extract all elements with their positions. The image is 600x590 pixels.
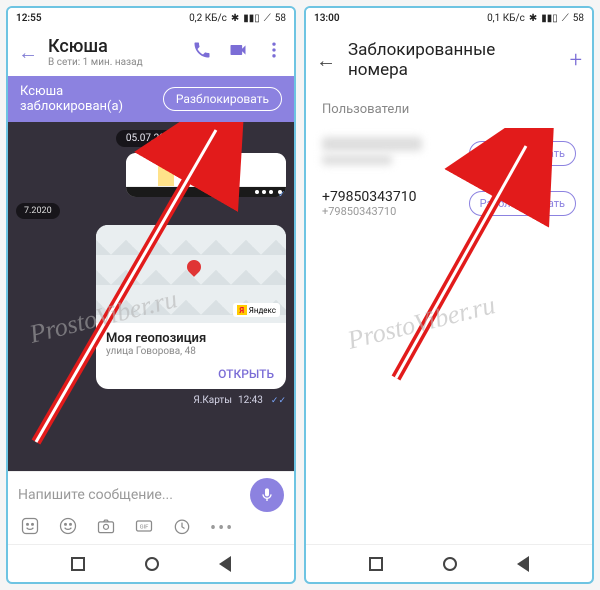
voice-message-button[interactable] xyxy=(250,478,284,512)
settings-header: ← Заблокированные номера + xyxy=(306,28,592,92)
bluetooth-icon: ✱ xyxy=(529,13,537,24)
overview-button[interactable] xyxy=(369,557,383,571)
status-time: 12:55 xyxy=(16,13,42,24)
battery-icon: 58 xyxy=(573,13,584,24)
back-button[interactable] xyxy=(517,556,529,572)
phone-right-blocked-list: 13:00 0,1 КБ/с ✱ ▮▮▯ ⟋ 58 ← Заблокирован… xyxy=(304,6,594,584)
home-button[interactable] xyxy=(145,557,159,571)
status-bar: 12:55 0,2 КБ/с ✱ ▮▮▯ ⟋ 58 xyxy=(8,8,294,28)
back-icon[interactable]: ← xyxy=(18,40,38,65)
more-attachments-icon[interactable]: ••• xyxy=(210,518,234,539)
status-right: 0,1 КБ/с ✱ ▮▮▯ ⟋ 58 xyxy=(487,13,584,24)
date-separator: 05.07.2020 xyxy=(116,130,186,147)
camera-icon[interactable] xyxy=(96,516,116,540)
blocked-phone-sub: +79850343710 xyxy=(322,205,461,218)
image-preview xyxy=(126,153,286,187)
timer-icon[interactable] xyxy=(172,516,192,540)
blocked-user-row: +79850343710 +79850343710 Разблокировать xyxy=(306,179,592,228)
more-icon[interactable] xyxy=(264,40,284,64)
android-navbar xyxy=(8,544,294,582)
status-time: 13:00 xyxy=(314,13,340,24)
redacted-sub xyxy=(322,155,392,165)
unblock-button[interactable]: Разблокировать xyxy=(469,141,576,166)
message-input[interactable]: Напишите сообщение... xyxy=(18,487,240,503)
location-title: Моя геопозиция xyxy=(106,331,276,346)
contact-name: Ксюша xyxy=(48,36,182,57)
blocked-user-row: Разблокировать xyxy=(306,127,592,179)
message-meta: Я.Карты 12:43 ✓✓ xyxy=(193,395,286,406)
signal-icon: ▮▮▯ xyxy=(541,13,558,24)
map-pin-icon xyxy=(184,257,204,277)
message-source: Я.Карты xyxy=(193,395,232,406)
blocked-phone: +79850343710 xyxy=(322,189,461,205)
header-actions xyxy=(192,40,284,64)
home-button[interactable] xyxy=(443,557,457,571)
voice-call-icon[interactable] xyxy=(192,40,212,64)
redacted-name xyxy=(322,137,422,151)
back-icon[interactable]: ← xyxy=(316,48,336,73)
status-right: 0,2 КБ/с ✱ ▮▮▯ ⟋ 58 xyxy=(189,13,286,24)
location-address: улица Говорова, 48 xyxy=(106,346,276,357)
unblock-button[interactable]: Разблокировать xyxy=(163,87,282,111)
contact-presence: В сети: 1 мин. назад xyxy=(48,57,182,68)
contact-block[interactable]: Ксюша В сети: 1 мин. назад xyxy=(48,36,182,68)
chat-header: ← Ксюша В сети: 1 мин. назад xyxy=(8,28,294,76)
overview-button[interactable] xyxy=(71,557,85,571)
location-map-thumb: ЯЯндекс xyxy=(96,225,286,323)
status-net: 0,1 КБ/с xyxy=(487,13,525,24)
map-provider-badge: ЯЯндекс xyxy=(233,303,280,317)
blocked-banner: Ксюша заблокирован(а) Разблокировать xyxy=(8,76,294,122)
message-composer: Напишите сообщение... GIF ••• xyxy=(8,471,294,544)
location-open-button[interactable]: ОТКРЫТЬ xyxy=(96,361,286,389)
signal-icon: ▮▮▯ xyxy=(243,13,260,24)
back-button[interactable] xyxy=(219,556,231,572)
blocked-text: Ксюша заблокирован(а) xyxy=(20,84,163,114)
status-bar: 13:00 0,1 КБ/с ✱ ▮▮▯ ⟋ 58 xyxy=(306,8,592,28)
add-blocked-button[interactable]: + xyxy=(570,48,582,73)
wifi-icon: ⟋ xyxy=(264,13,271,24)
video-call-icon[interactable] xyxy=(228,40,248,64)
bluetooth-icon: ✱ xyxy=(231,13,239,24)
location-card[interactable]: ЯЯндекс Моя геопозиция улица Говорова, 4… xyxy=(96,225,286,389)
section-label-users: Пользователи xyxy=(306,92,592,127)
unblock-button[interactable]: Разблокировать xyxy=(469,191,576,216)
message-image-bubble[interactable]: ✓✓ xyxy=(126,153,286,197)
read-checkmarks-icon: ✓✓ xyxy=(271,396,286,406)
phone-left-chat: 12:55 0,2 КБ/с ✱ ▮▮▯ ⟋ 58 ← Ксюша В сети… xyxy=(6,6,296,584)
composer-toolbar: GIF ••• xyxy=(18,516,284,540)
wifi-icon: ⟋ xyxy=(562,13,569,24)
date-separator-partial: 7.2020 xyxy=(16,203,60,219)
sticker-icon[interactable] xyxy=(20,516,40,540)
preview-navbar: ✓✓ xyxy=(126,187,286,197)
message-time: 12:43 xyxy=(238,395,263,406)
gif-icon[interactable]: GIF xyxy=(134,516,154,540)
chat-body: 05.07.2020 ✓✓ 7.2020 ЯЯндекс Моя геопози… xyxy=(8,122,294,471)
page-title: Заблокированные номера xyxy=(348,40,558,80)
status-net: 0,2 КБ/с xyxy=(189,13,227,24)
svg-text:GIF: GIF xyxy=(140,525,150,531)
android-navbar xyxy=(306,544,592,582)
battery-icon: 58 xyxy=(275,13,286,24)
emoji-icon[interactable] xyxy=(58,516,78,540)
